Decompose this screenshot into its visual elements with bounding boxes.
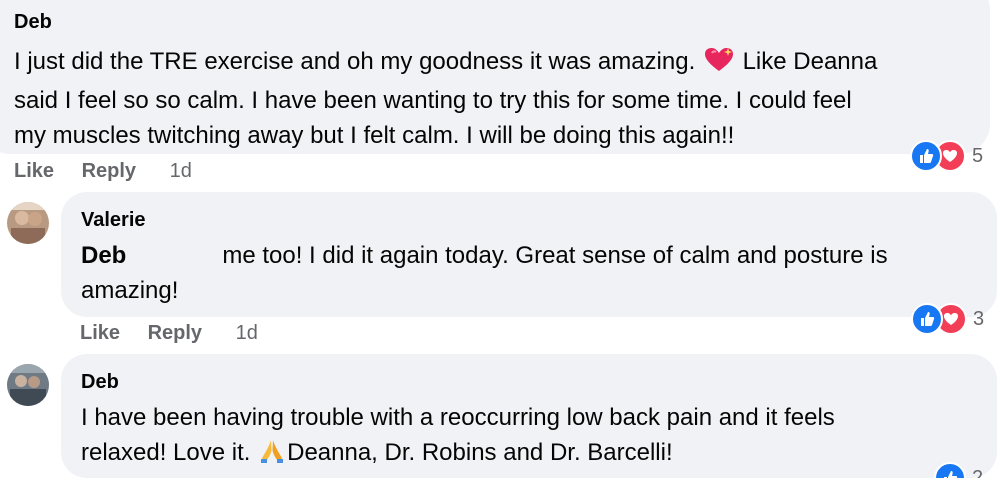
comment-text: I have been having trouble with a reoccu…	[81, 400, 997, 474]
reply-button[interactable]: Reply	[82, 160, 136, 182]
mention-link[interactable]: Deb	[81, 242, 126, 269]
reaction-summary[interactable]: 2	[934, 462, 983, 478]
like-button[interactable]: Like	[80, 322, 120, 344]
comment-actions: Like Reply 1d	[14, 159, 192, 183]
comment-text-line: me too! I did it again today. Great sens…	[222, 242, 888, 269]
like-reaction-icon	[911, 303, 943, 335]
comment-author[interactable]: Deb	[81, 370, 997, 394]
comment-bubble: Valerie Deb me too! I did it again today.…	[61, 192, 997, 317]
comment-text-line: said I feel so so calm. I have been want…	[14, 87, 852, 114]
reaction-summary[interactable]: 5	[910, 140, 983, 172]
reply-button[interactable]: Reply	[148, 322, 202, 344]
reaction-count: 3	[973, 307, 985, 330]
comment-text-line: amazing!	[81, 277, 179, 304]
comment-text-line: Deanna, Dr. Robins and Dr. Barcelli!	[287, 439, 673, 466]
reaction-count: 2	[972, 466, 984, 478]
folded-hands-icon	[259, 438, 285, 474]
avatar[interactable]	[7, 364, 49, 406]
like-reaction-icon	[910, 140, 942, 172]
reaction-count: 5	[972, 144, 984, 167]
comment-text: I just did the TRE exercise and oh my go…	[14, 44, 990, 153]
comment-text: Deb me too! I did it again today. Great s…	[81, 238, 997, 308]
comment-author[interactable]: Deb	[14, 10, 990, 34]
reaction-summary[interactable]: 3	[911, 303, 984, 335]
sparkling-heart-icon	[704, 47, 734, 83]
timestamp[interactable]: 1d	[170, 160, 192, 182]
comment-text-line: I have been having trouble with a reoccu…	[81, 404, 835, 431]
comment-bubble: Deb I just did the TRE exercise and oh m…	[0, 0, 990, 154]
comment-author[interactable]: Valerie	[81, 208, 997, 232]
comment-text-line: Like Deanna	[735, 48, 878, 75]
comment-actions: Like Reply 1d	[80, 321, 258, 345]
comment-thread: Deb I just did the TRE exercise and oh m…	[0, 0, 1000, 478]
like-reaction-icon	[934, 462, 966, 478]
timestamp[interactable]: 1d	[236, 322, 258, 344]
like-button[interactable]: Like	[14, 160, 54, 182]
comment-text-line: my muscles twitching away but I felt cal…	[14, 122, 735, 149]
comment-text-line: relaxed! Love it.	[81, 439, 258, 466]
avatar[interactable]	[7, 202, 49, 244]
comment-bubble: Deb I have been having trouble with a re…	[61, 354, 997, 478]
comment-text-line: I just did the TRE exercise and oh my go…	[14, 48, 696, 75]
